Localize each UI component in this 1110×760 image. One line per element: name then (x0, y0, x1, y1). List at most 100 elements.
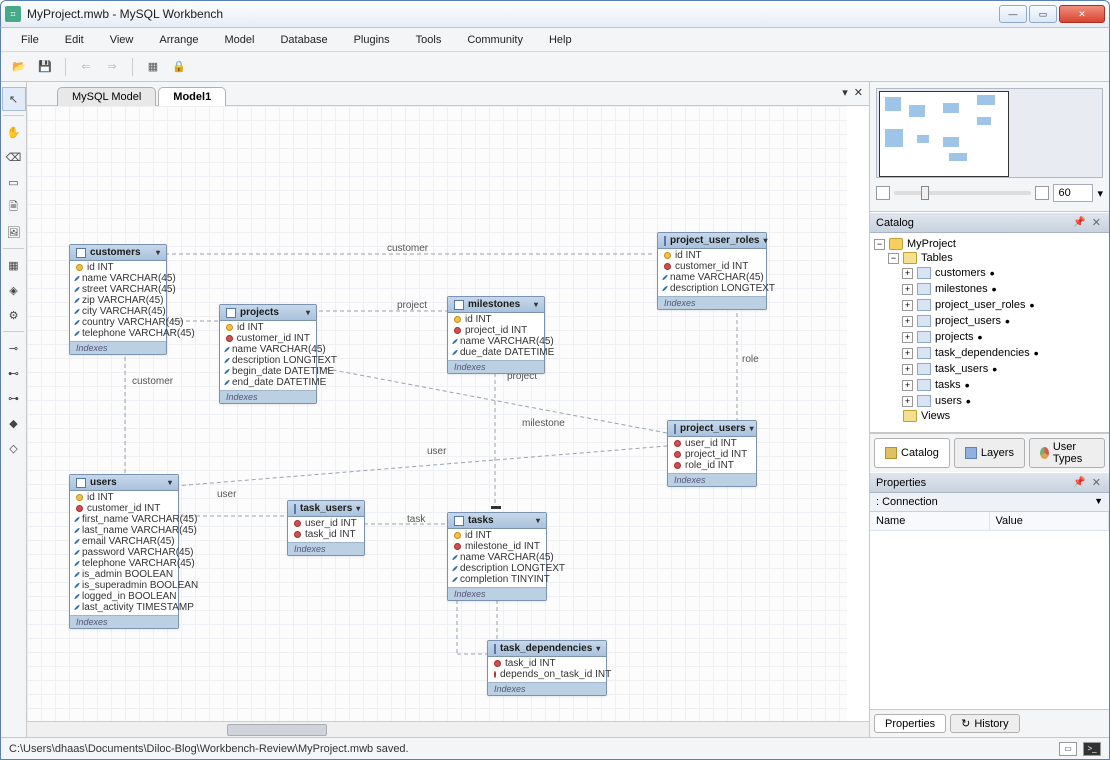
tab-menu-icon[interactable]: ▾ (842, 86, 848, 99)
expander-icon[interactable]: − (874, 239, 885, 250)
menu-view[interactable]: View (98, 31, 146, 49)
open-icon[interactable]: 📂 (9, 57, 29, 77)
table-project-users[interactable]: project_users▾ user_id INTproject_id INT… (667, 420, 757, 487)
close-button[interactable]: ✕ (1059, 5, 1105, 23)
panel-close-icon[interactable]: ✕ (1090, 476, 1103, 489)
chevron-down-icon[interactable]: ▾ (536, 516, 540, 525)
tab-mysql-model[interactable]: MySQL Model (57, 87, 156, 106)
menu-community[interactable]: Community (455, 31, 535, 49)
relation-id-icon[interactable]: ◆ (2, 411, 26, 435)
note-tool-icon[interactable]: 🗎 (2, 195, 26, 219)
pointer-tool-icon[interactable]: ↖ (2, 87, 26, 111)
table-task-users[interactable]: task_users▾ user_id INTtask_id INT Index… (287, 500, 365, 556)
catalog-table-item[interactable]: +project_users • (874, 313, 1105, 329)
catalog-table-item[interactable]: +project_user_roles • (874, 297, 1105, 313)
catalog-table-item[interactable]: +task_users • (874, 361, 1105, 377)
catalog-table-item[interactable]: +task_dependencies • (874, 345, 1105, 361)
scrollbar-thumb[interactable] (227, 724, 327, 736)
chevron-down-icon[interactable]: ▾ (356, 504, 360, 513)
btab-history[interactable]: ↻ History (950, 714, 1019, 733)
hand-tool-icon[interactable]: ✋ (2, 120, 26, 144)
zoom-dropdown-icon[interactable]: ▾ (1097, 187, 1103, 200)
diagram-canvas-wrap[interactable]: customer customer project project milest… (27, 106, 869, 721)
relation-11-icon[interactable]: ⊷ (2, 361, 26, 385)
chevron-down-icon[interactable]: ▾ (764, 236, 768, 245)
relation-nm-icon[interactable]: ⊶ (2, 386, 26, 410)
relation-1n-icon[interactable]: ⊸ (2, 336, 26, 360)
catalog-table-item[interactable]: +projects • (874, 329, 1105, 345)
table-task-dependencies[interactable]: task_dependencies▾ task_id INTdepends_on… (487, 640, 607, 696)
console-icon[interactable]: >_ (1083, 742, 1101, 756)
btab-usertypes[interactable]: User Types (1029, 438, 1105, 468)
zoom-slider[interactable] (894, 191, 1031, 195)
zoom-full-icon[interactable] (1035, 186, 1049, 200)
zoom-input[interactable] (1053, 184, 1093, 202)
expander-icon[interactable]: + (902, 364, 913, 375)
back-icon[interactable]: ⇐ (76, 57, 96, 77)
chevron-down-icon[interactable]: ▾ (596, 644, 600, 653)
chevron-down-icon[interactable]: ▾ (156, 248, 160, 257)
catalog-table-item[interactable]: +tasks • (874, 377, 1105, 393)
expander-icon[interactable]: + (902, 332, 913, 343)
pin-icon[interactable]: 📌 (1069, 477, 1089, 488)
chevron-down-icon[interactable]: ▼ (1094, 496, 1103, 508)
view-tool-icon[interactable]: ◈ (2, 278, 26, 302)
maximize-button[interactable]: ▭ (1029, 5, 1057, 23)
relation-nonid-icon[interactable]: ◇ (2, 436, 26, 460)
diagram-canvas[interactable]: customer customer project project milest… (27, 106, 847, 721)
expander-icon[interactable]: + (902, 268, 913, 279)
grid-icon[interactable]: ▦ (143, 57, 163, 77)
menu-tools[interactable]: Tools (404, 31, 454, 49)
menu-model[interactable]: Model (213, 31, 267, 49)
forward-icon[interactable]: ⇒ (102, 57, 122, 77)
panel-close-icon[interactable]: ✕ (1090, 216, 1103, 229)
expander-icon[interactable]: + (902, 316, 913, 327)
chevron-down-icon[interactable]: ▾ (306, 308, 310, 317)
menu-database[interactable]: Database (268, 31, 339, 49)
menu-arrange[interactable]: Arrange (147, 31, 210, 49)
expander-icon[interactable]: + (902, 284, 913, 295)
zoom-fit-icon[interactable] (876, 186, 890, 200)
minimize-button[interactable]: — (999, 5, 1027, 23)
chevron-down-icon[interactable]: ▾ (750, 424, 754, 433)
slider-thumb[interactable] (921, 186, 929, 200)
output-icon[interactable]: ▭ (1059, 742, 1077, 756)
table-milestones[interactable]: milestones▾ id INTproject_id INTname VAR… (447, 296, 545, 374)
image-tool-icon[interactable]: 🖼 (2, 220, 26, 244)
catalog-table-item[interactable]: +milestones • (874, 281, 1105, 297)
menu-help[interactable]: Help (537, 31, 584, 49)
menu-edit[interactable]: Edit (53, 31, 96, 49)
btab-properties[interactable]: Properties (874, 714, 946, 733)
expander-icon[interactable]: + (902, 380, 913, 391)
table-users[interactable]: users▾ id INTcustomer_id INTfirst_name V… (69, 474, 179, 629)
overview-minimap[interactable] (876, 88, 1103, 178)
lock-icon[interactable]: 🔒 (169, 57, 189, 77)
tab-model1[interactable]: Model1 (158, 87, 226, 106)
catalog-table-item[interactable]: +users • (874, 393, 1105, 409)
expander-icon[interactable]: − (888, 253, 899, 264)
table-tool-icon[interactable]: ▦ (2, 253, 26, 277)
catalog-table-item[interactable]: +customers • (874, 265, 1105, 281)
btab-catalog[interactable]: Catalog (874, 438, 950, 468)
save-icon[interactable]: 💾 (35, 57, 55, 77)
tab-close-icon[interactable]: ✕ (854, 86, 863, 99)
table-project-user-roles[interactable]: project_user_roles▾ id INTcustomer_id IN… (657, 232, 767, 310)
property-connection[interactable]: : Connection▼ (870, 493, 1109, 512)
menu-file[interactable]: File (9, 31, 51, 49)
expander-icon[interactable]: + (902, 396, 913, 407)
btab-layers[interactable]: Layers (954, 438, 1025, 468)
table-tasks[interactable]: tasks▾ id INTmilestone_id INTname VARCHA… (447, 512, 547, 601)
catalog-tree[interactable]: −MyProject −Tables +customers •+mileston… (870, 233, 1109, 433)
chevron-down-icon[interactable]: ▾ (534, 300, 538, 309)
layer-tool-icon[interactable]: ▭ (2, 170, 26, 194)
expander-icon[interactable]: + (902, 348, 913, 359)
table-customers[interactable]: customers▾ id INTname VARCHAR(45)street … (69, 244, 167, 355)
pin-icon[interactable]: 📌 (1069, 217, 1089, 228)
horizontal-scrollbar[interactable] (27, 721, 869, 737)
routine-tool-icon[interactable]: ⚙ (2, 303, 26, 327)
table-projects[interactable]: projects▾ id INTcustomer_id INTname VARC… (219, 304, 317, 404)
chevron-down-icon[interactable]: ▾ (168, 478, 172, 487)
expander-icon[interactable]: + (902, 300, 913, 311)
menu-plugins[interactable]: Plugins (342, 31, 402, 49)
eraser-tool-icon[interactable]: ⌫ (2, 145, 26, 169)
